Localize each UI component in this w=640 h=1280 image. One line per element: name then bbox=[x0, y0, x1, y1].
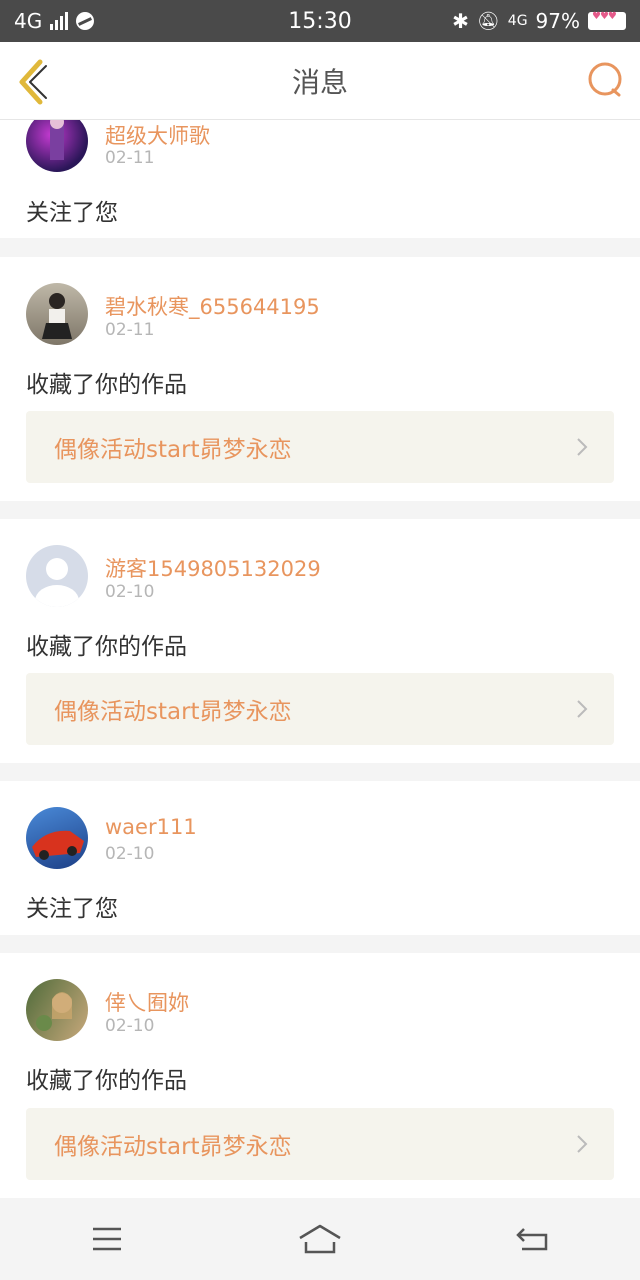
message-date: 02-11 bbox=[105, 148, 155, 168]
header: 消息 bbox=[0, 42, 640, 120]
work-title: 偶像活动start昴梦永恋 bbox=[54, 699, 292, 725]
username[interactable]: 倖乀囿妳 bbox=[105, 987, 189, 1017]
status-bar: 4G 15:30 ✱ 🔕︎ 4G 97% bbox=[0, 0, 640, 42]
network-label: 4G bbox=[14, 9, 43, 33]
search-button[interactable] bbox=[586, 60, 626, 100]
mute-bell-icon: 🔕︎ bbox=[476, 10, 500, 32]
message-date: 02-10 bbox=[105, 844, 155, 864]
network-right-label: 4G bbox=[507, 13, 528, 29]
back-button[interactable] bbox=[14, 56, 54, 106]
chevron-right-icon bbox=[577, 438, 588, 456]
action-text: 收藏了你的作品 bbox=[26, 1068, 187, 1094]
message-card: 超级大师歌 02-11 关注了您 bbox=[0, 120, 640, 238]
menu-icon bbox=[92, 1227, 121, 1251]
action-text: 关注了您 bbox=[26, 896, 118, 922]
work-link[interactable]: 偶像活动start昴梦永恋 bbox=[26, 411, 614, 483]
action-text: 收藏了你的作品 bbox=[26, 634, 187, 660]
status-time: 15:30 bbox=[288, 8, 352, 34]
work-title: 偶像活动start昴梦永恋 bbox=[54, 1134, 292, 1160]
signal-icon bbox=[50, 12, 69, 30]
avatar[interactable] bbox=[26, 807, 88, 869]
bluetooth-icon: ✱ bbox=[452, 9, 469, 33]
system-nav-bar bbox=[0, 1198, 640, 1280]
username[interactable]: 碧水秋寒_655644195 bbox=[105, 291, 320, 321]
chevron-right-icon bbox=[577, 1135, 588, 1153]
username[interactable]: 游客1549805132029 bbox=[105, 553, 321, 583]
return-icon bbox=[516, 1228, 548, 1251]
message-card: 游客1549805132029 02-10 收藏了你的作品 偶像活动start昴… bbox=[0, 519, 640, 763]
avatar[interactable] bbox=[26, 120, 88, 172]
battery-percent: 97% bbox=[535, 9, 580, 33]
action-text: 收藏了你的作品 bbox=[26, 372, 187, 398]
work-link[interactable]: 偶像活动start昴梦永恋 bbox=[26, 673, 614, 745]
avatar[interactable] bbox=[26, 283, 88, 345]
message-date: 02-11 bbox=[105, 320, 155, 340]
work-title: 偶像活动start昴梦永恋 bbox=[54, 437, 292, 463]
username[interactable]: 超级大师歌 bbox=[105, 120, 210, 150]
return-button[interactable] bbox=[503, 1214, 563, 1264]
message-card: 碧水秋寒_655644195 02-11 收藏了你的作品 偶像活动start昴梦… bbox=[0, 257, 640, 501]
avatar[interactable] bbox=[26, 979, 88, 1041]
home-button[interactable] bbox=[290, 1214, 350, 1264]
message-card: 倖乀囿妳 02-10 收藏了你的作品 偶像活动start昴梦永恋 bbox=[0, 953, 640, 1198]
work-link[interactable]: 偶像活动start昴梦永恋 bbox=[26, 1108, 614, 1180]
page-title: 消息 bbox=[291, 65, 348, 99]
message-date: 02-10 bbox=[105, 1016, 155, 1036]
search-icon bbox=[588, 62, 622, 97]
message-date: 02-10 bbox=[105, 582, 155, 602]
battery-icon bbox=[588, 11, 626, 30]
username[interactable]: waer111 bbox=[105, 815, 197, 839]
avatar[interactable] bbox=[26, 545, 88, 607]
menu-button[interactable] bbox=[77, 1214, 137, 1264]
globe-icon bbox=[76, 12, 95, 30]
message-list[interactable]: 超级大师歌 02-11 关注了您 碧水秋寒_655644195 02-11 收藏… bbox=[0, 120, 640, 1198]
action-text: 关注了您 bbox=[26, 200, 118, 226]
chevron-right-icon bbox=[577, 700, 588, 718]
back-arrow-icon bbox=[19, 59, 47, 105]
home-icon bbox=[299, 1224, 341, 1254]
message-card: waer111 02-10 关注了您 bbox=[0, 781, 640, 935]
